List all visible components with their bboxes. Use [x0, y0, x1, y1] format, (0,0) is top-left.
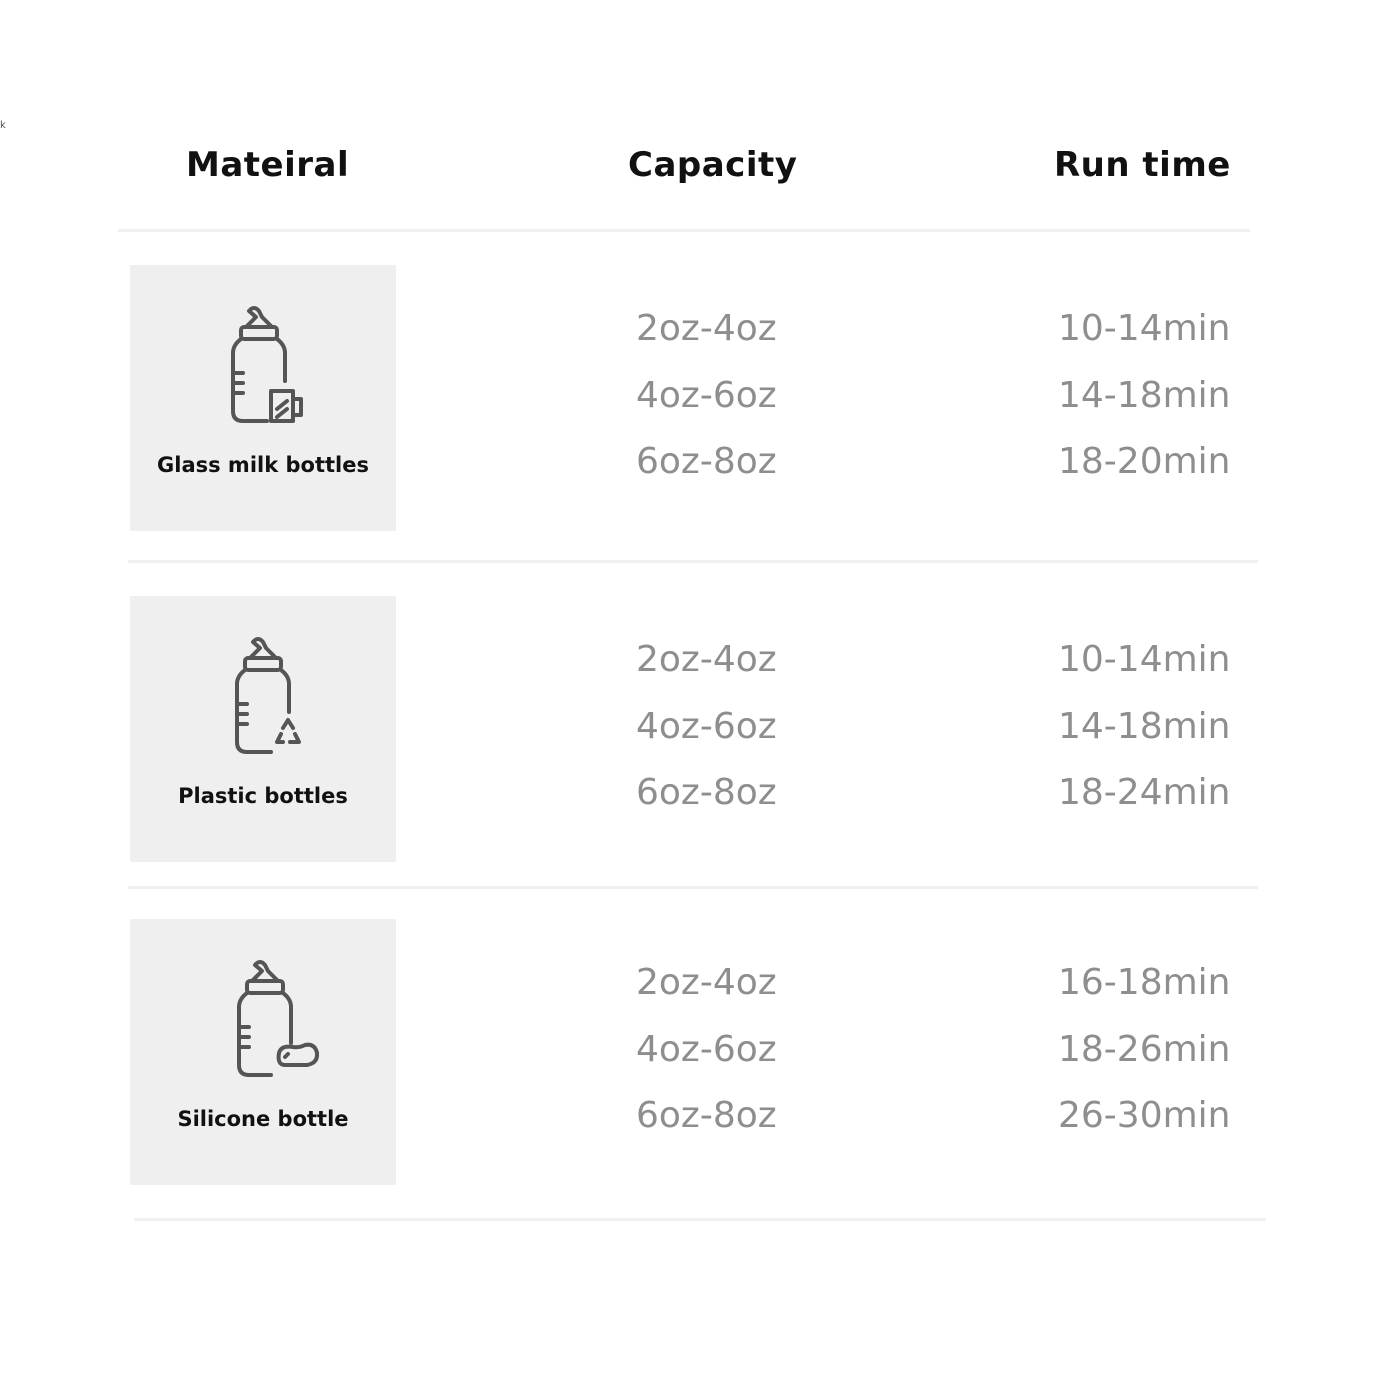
row-divider	[128, 560, 1258, 563]
material-label: Plastic bottles	[178, 784, 348, 808]
header-capacity: Capacity	[628, 145, 798, 185]
capacity-value: 6oz-8oz	[636, 441, 777, 482]
material-card: Glass milk bottles	[130, 265, 396, 531]
material-card: Silicone bottle	[130, 919, 396, 1185]
run-time-value: 18-26min	[1058, 1028, 1231, 1070]
material-card: Plastic bottles	[130, 596, 396, 862]
run-time-value: 18-20min	[1058, 441, 1231, 482]
run-time-value: 18-24min	[1058, 772, 1231, 813]
header-run-time: Run time	[1054, 145, 1231, 185]
run-time-value: 10-14min	[1058, 639, 1231, 680]
capacity-value: 6oz-8oz	[636, 1095, 777, 1136]
capacity-list: 2oz-4oz 4oz-6oz 6oz-8oz	[636, 640, 777, 840]
run-time-list: 10-14min 14-18min 18-20min	[1058, 309, 1231, 509]
run-time-list: 16-18min 18-26min 26-30min	[1058, 963, 1231, 1163]
row-divider	[128, 886, 1258, 889]
capacity-value: 4oz-6oz	[636, 374, 777, 416]
run-time-value: 14-18min	[1058, 705, 1231, 747]
row-divider	[134, 1218, 1266, 1221]
capacity-value: 4oz-6oz	[636, 1028, 777, 1070]
run-time-value: 10-14min	[1058, 308, 1231, 349]
plastic-bottle-icon	[235, 637, 301, 754]
table-row: Silicone bottle 2oz-4oz 4oz-6oz 6oz-8oz …	[0, 919, 1400, 1189]
silicone-bottle-icon	[237, 960, 320, 1077]
capacity-value: 6oz-8oz	[636, 772, 777, 813]
run-time-value: 14-18min	[1058, 374, 1231, 416]
capacity-value: 2oz-4oz	[636, 308, 777, 349]
capacity-value: 2oz-4oz	[636, 639, 777, 680]
run-time-list: 10-14min 14-18min 18-24min	[1058, 640, 1231, 840]
capacity-list: 2oz-4oz 4oz-6oz 6oz-8oz	[636, 309, 777, 509]
run-time-value: 26-30min	[1058, 1095, 1231, 1136]
header-material: Mateiral	[186, 145, 350, 185]
material-label: Silicone bottle	[177, 1107, 349, 1131]
capacity-list: 2oz-4oz 4oz-6oz 6oz-8oz	[636, 963, 777, 1163]
table-row: Glass milk bottles 2oz-4oz 4oz-6oz 6oz-8…	[0, 265, 1400, 535]
capacity-value: 4oz-6oz	[636, 705, 777, 747]
glass-bottle-icon	[231, 306, 303, 423]
stray-mark: k	[0, 120, 6, 131]
capacity-value: 2oz-4oz	[636, 962, 777, 1003]
material-label: Glass milk bottles	[157, 453, 369, 477]
table-row: Plastic bottles 2oz-4oz 4oz-6oz 6oz-8oz …	[0, 596, 1400, 866]
run-time-value: 16-18min	[1058, 962, 1231, 1003]
header-divider	[118, 229, 1250, 232]
